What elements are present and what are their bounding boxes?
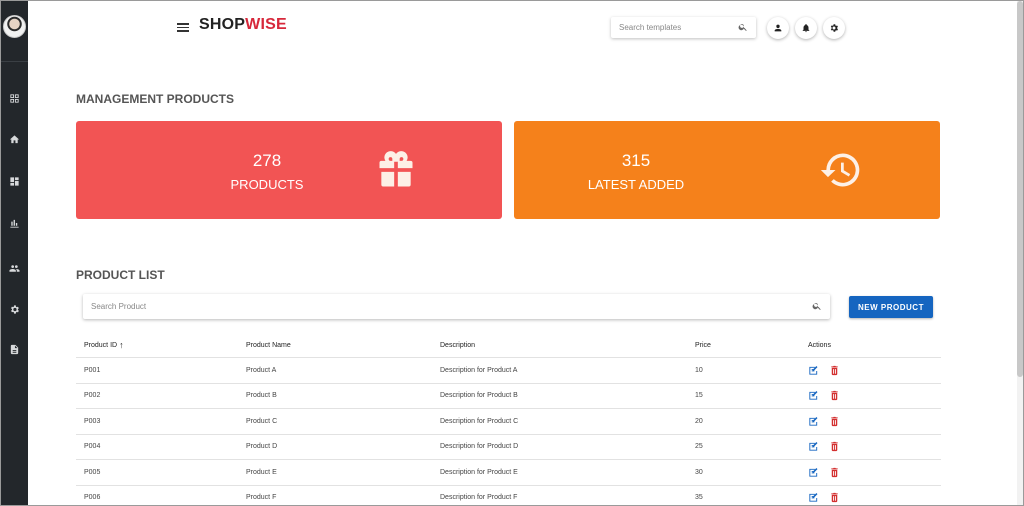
- column-header-description[interactable]: Description: [440, 333, 475, 357]
- cell-price: 25: [695, 443, 703, 451]
- cell-price: 20: [695, 417, 703, 425]
- table-row[interactable]: P002 Product B Description for Product B 15: [76, 384, 941, 409]
- logo-text-shop: SHOP: [199, 16, 246, 33]
- logo-text-wise: WISE: [245, 16, 287, 33]
- sort-arrow-up-icon[interactable]: ↑: [119, 340, 124, 350]
- column-header-price[interactable]: Price: [695, 333, 711, 357]
- latest-added-card: 315 LATEST ADDED: [514, 121, 940, 219]
- sidebar-divider: [1, 61, 28, 62]
- product-table: Product ID ↑ Product Name Description Pr…: [76, 333, 941, 506]
- home-icon[interactable]: [8, 133, 21, 146]
- product-search-input[interactable]: [83, 294, 783, 319]
- latest-added-count: 315: [621, 151, 651, 170]
- cell-description: Description for Product E: [440, 468, 518, 476]
- cell-description: Description for Product B: [440, 392, 518, 400]
- product-list-title: PRODUCT LIST: [76, 268, 165, 282]
- cell-actions: [808, 409, 850, 434]
- table-row[interactable]: P003 Product C Description for Product C 20: [76, 409, 941, 435]
- bar-chart-icon[interactable]: [8, 217, 21, 230]
- cell-product-name: Product A: [246, 366, 277, 374]
- delete-icon[interactable]: [829, 492, 840, 503]
- delete-icon[interactable]: [829, 467, 840, 478]
- cell-price: 15: [695, 392, 703, 400]
- table-row[interactable]: P006 Product F Description for Product F 35: [76, 486, 941, 506]
- scrollbar-thumb[interactable]: [1017, 1, 1023, 377]
- notifications-button[interactable]: [795, 17, 817, 39]
- menu-icon[interactable]: [177, 21, 189, 33]
- latest-added-label: LATEST ADDED: [587, 177, 685, 192]
- cell-product-name: Product B: [246, 392, 277, 400]
- new-product-button[interactable]: NEW PRODUCT: [849, 296, 933, 318]
- delete-icon[interactable]: [829, 365, 840, 376]
- table-row[interactable]: P004 Product D Description for Product D 25: [76, 435, 941, 460]
- grid-icon[interactable]: [8, 92, 21, 105]
- cell-price: 10: [695, 366, 703, 374]
- edit-icon[interactable]: [808, 467, 819, 478]
- cell-product-id: P005: [84, 468, 101, 476]
- products-card: 278 PRODUCTS: [76, 121, 502, 219]
- cell-actions: [808, 435, 850, 460]
- history-icon: [820, 153, 860, 187]
- cell-price: 35: [695, 494, 703, 502]
- cell-description: Description for Product C: [440, 417, 519, 425]
- column-header-product-id[interactable]: Product ID ↑: [84, 333, 124, 357]
- cell-description: Description for Product F: [440, 494, 518, 502]
- template-search-input[interactable]: [611, 17, 731, 38]
- table-row[interactable]: P005 Product E Description for Product E 30: [76, 460, 941, 486]
- cell-product-id: P003: [84, 417, 101, 425]
- table-row[interactable]: P001 Product A Description for Product A 10: [76, 358, 941, 384]
- logo[interactable]: SHOPWISE: [199, 16, 287, 34]
- column-header-label: Product ID: [84, 341, 118, 349]
- edit-icon[interactable]: [808, 365, 819, 376]
- cell-product-name: Product C: [246, 417, 278, 425]
- page-title: MANAGEMENT PRODUCTS: [76, 92, 234, 106]
- column-header-actions: Actions: [808, 341, 831, 349]
- cell-description: Description for Product D: [440, 443, 519, 451]
- products-count: 278: [252, 151, 282, 170]
- cell-price: 30: [695, 468, 703, 476]
- cell-actions: [808, 358, 850, 383]
- template-search: [611, 17, 756, 38]
- cell-product-name: Product E: [246, 468, 277, 476]
- gear-icon[interactable]: [8, 303, 21, 316]
- product-search: [83, 294, 830, 319]
- cell-product-id: P004: [84, 443, 101, 451]
- people-icon[interactable]: [8, 262, 21, 275]
- edit-icon[interactable]: [808, 390, 819, 401]
- cell-actions: [808, 460, 850, 485]
- person-icon: [774, 24, 782, 32]
- app-window: SHOPWISE MANAGEMENT PRODUCTS 278 PRODUCT…: [0, 0, 1024, 506]
- cell-actions: [808, 384, 850, 409]
- cell-description: Description for Product A: [440, 366, 518, 374]
- cell-product-id: P001: [84, 366, 101, 374]
- search-icon[interactable]: [738, 22, 748, 32]
- table-body: P001 Product A Description for Product A 10…: [76, 358, 941, 506]
- column-header-product-name[interactable]: Product Name: [246, 333, 291, 357]
- gear-icon: [830, 24, 838, 32]
- table-header: Product ID ↑ Product Name Description Pr…: [76, 333, 941, 358]
- search-icon[interactable]: [812, 301, 822, 311]
- cell-product-id: P006: [84, 494, 101, 502]
- dashboard-icon[interactable]: [8, 175, 21, 188]
- settings-button[interactable]: [823, 17, 845, 39]
- document-icon[interactable]: [8, 343, 21, 356]
- cell-actions: [808, 486, 850, 506]
- cell-product-id: P002: [84, 392, 101, 400]
- user-avatar[interactable]: [3, 15, 26, 38]
- profile-button[interactable]: [767, 17, 789, 39]
- gift-icon: [379, 151, 413, 187]
- bell-icon: [802, 24, 810, 33]
- delete-icon[interactable]: [829, 416, 840, 427]
- cell-product-name: Product D: [246, 443, 278, 451]
- sidebar: [1, 1, 28, 505]
- edit-icon[interactable]: [808, 441, 819, 452]
- delete-icon[interactable]: [829, 441, 840, 452]
- products-label: PRODUCTS: [230, 177, 304, 192]
- scrollbar[interactable]: [1017, 1, 1023, 505]
- cell-product-name: Product F: [246, 494, 277, 502]
- edit-icon[interactable]: [808, 416, 819, 427]
- delete-icon[interactable]: [829, 390, 840, 401]
- edit-icon[interactable]: [808, 492, 819, 503]
